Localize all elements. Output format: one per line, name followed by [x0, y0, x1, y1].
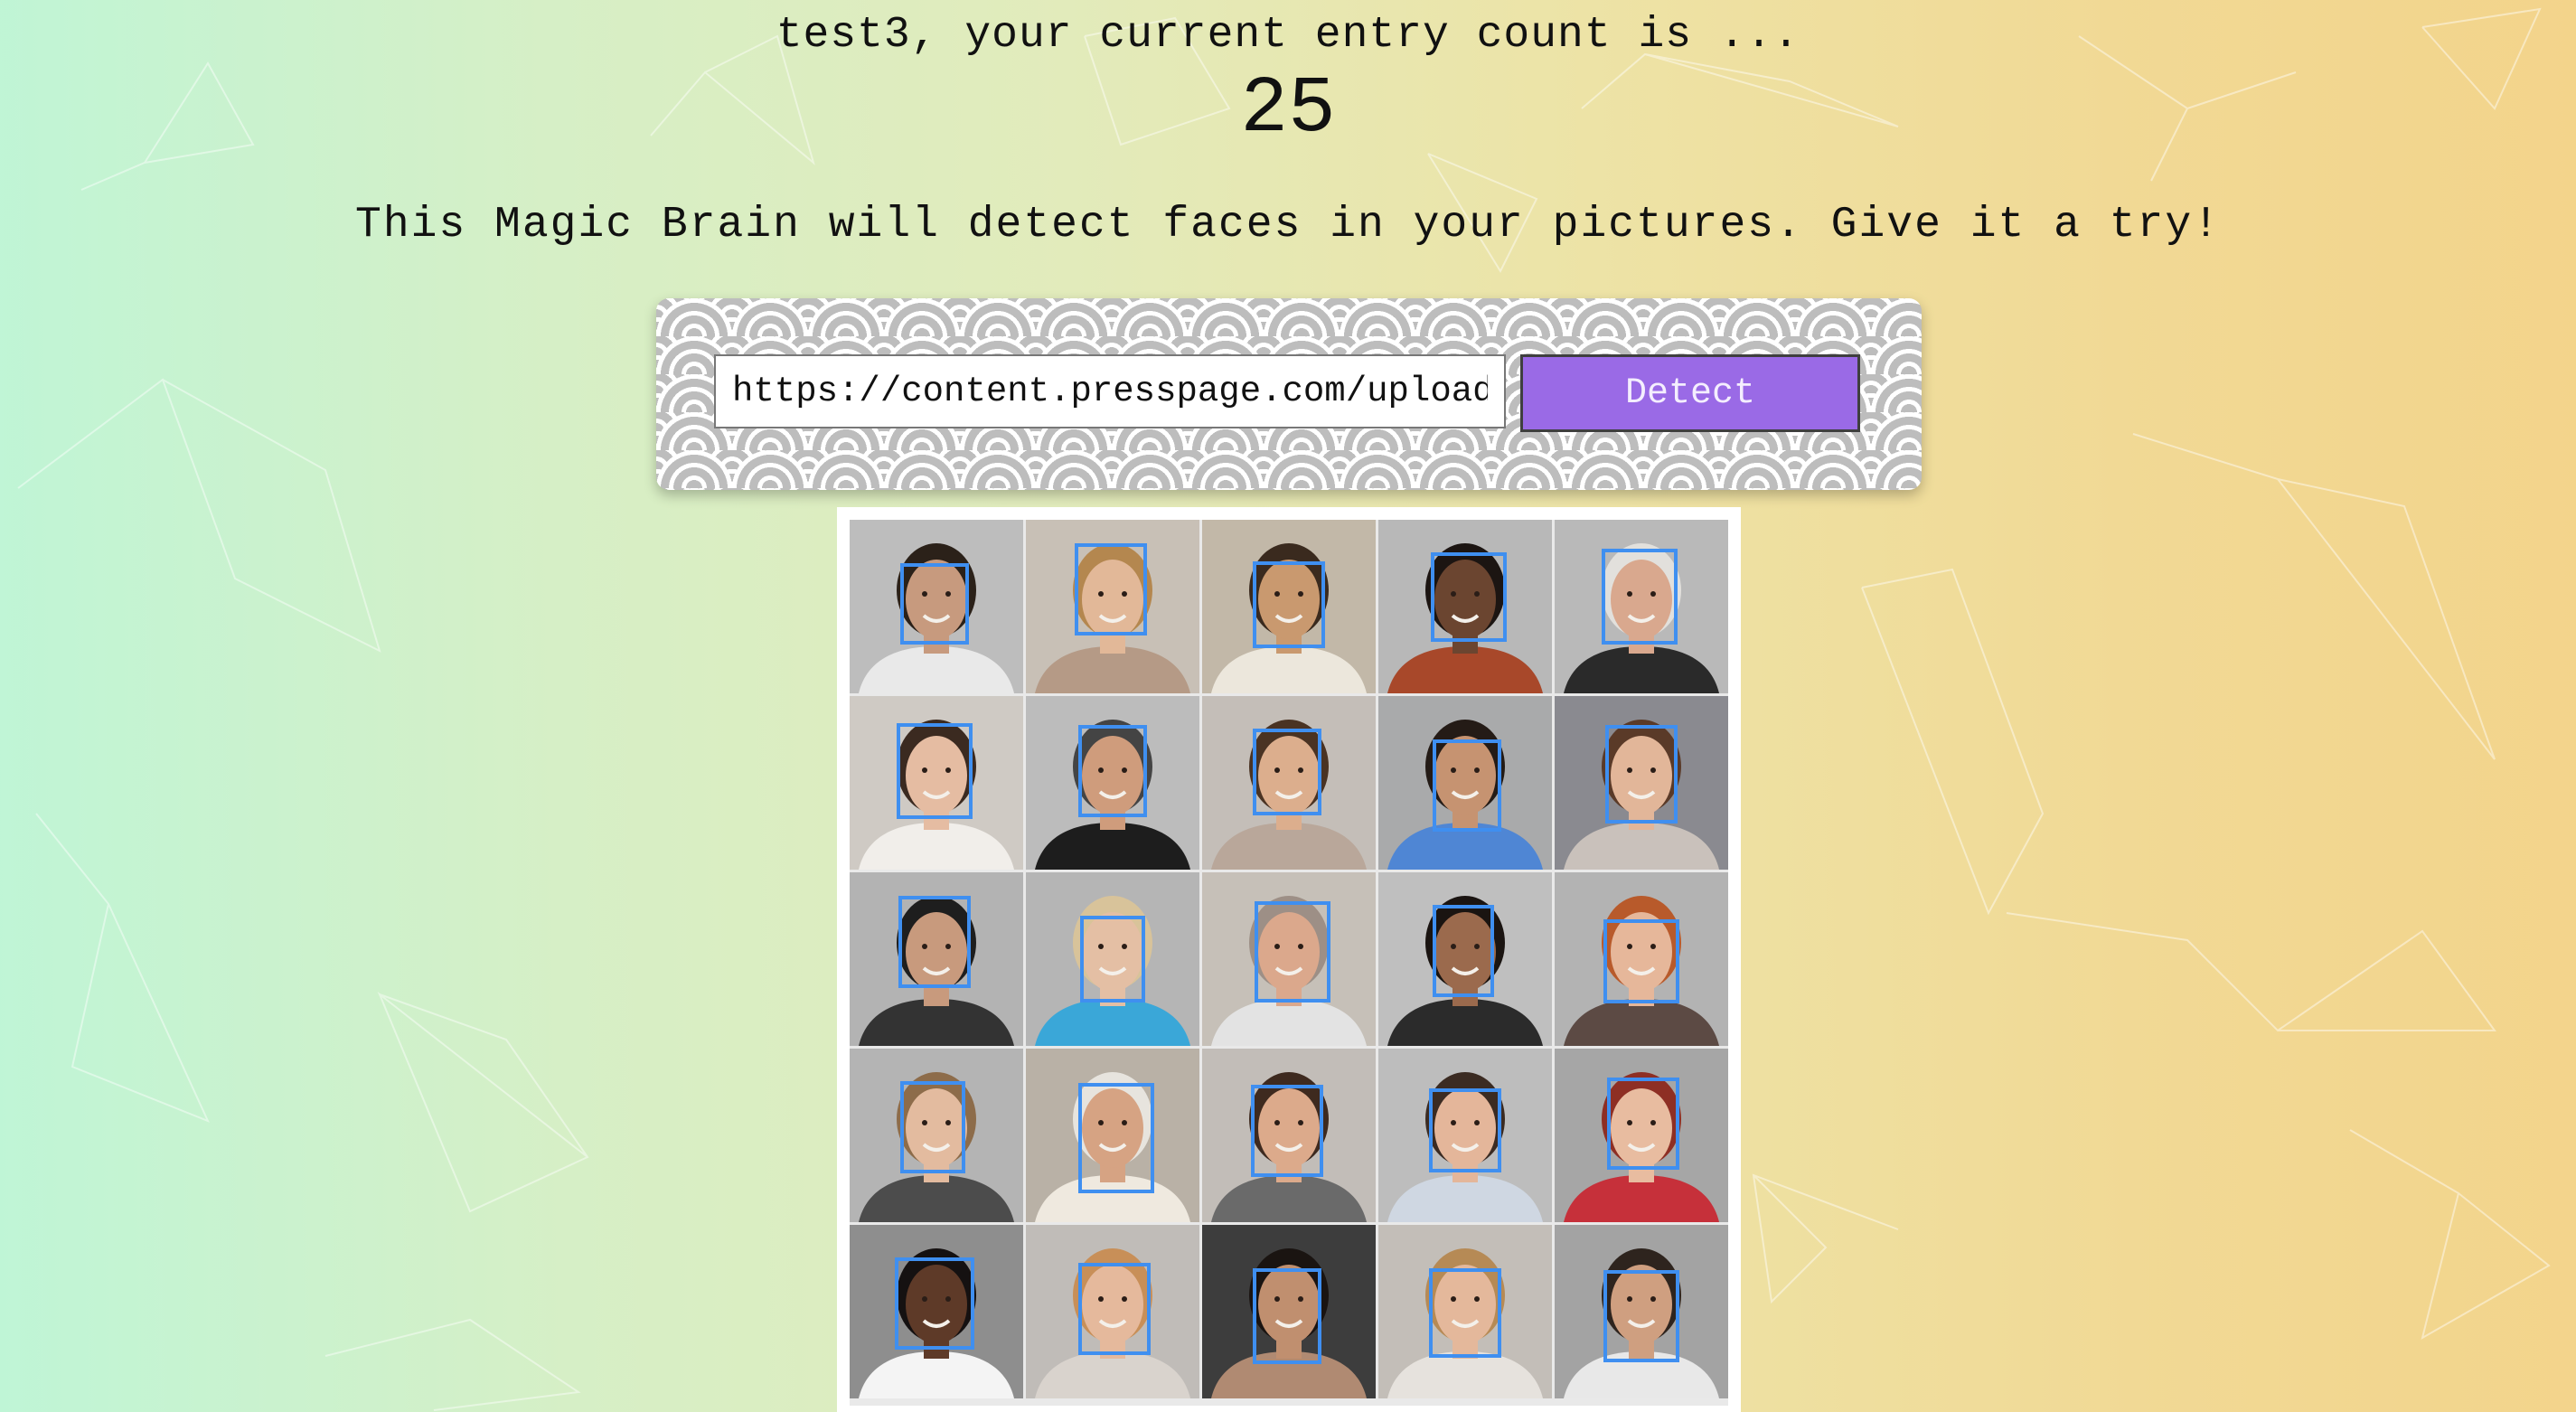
portrait-tile: [1202, 1225, 1376, 1398]
portrait-tile: [850, 1049, 1023, 1222]
portrait-tile: [1378, 696, 1552, 870]
face-bounding-box: [897, 723, 973, 819]
portrait-tile: [1202, 696, 1376, 870]
entry-count-greeting: test3, your current entry count is ...: [776, 11, 1800, 60]
portrait-tile: [1202, 872, 1376, 1046]
portrait-tile: [1378, 1225, 1552, 1398]
face-bounding-box: [1433, 739, 1501, 833]
face-bounding-box: [1429, 1088, 1501, 1172]
face-bounding-box: [900, 563, 969, 645]
face-detection-result: [837, 507, 1741, 1412]
portrait-tile: [1026, 696, 1199, 870]
portrait-tile: [1202, 1049, 1376, 1222]
portrait-tile: [850, 1225, 1023, 1398]
face-bounding-box: [1253, 561, 1325, 648]
face-bounding-box: [1602, 549, 1678, 645]
intro-text: This Magic Brain will detect faces in yo…: [355, 201, 2221, 249]
face-bounding-box: [1255, 901, 1330, 1003]
face-bounding-box: [1607, 1078, 1679, 1171]
portrait-tile: [1555, 1225, 1728, 1398]
portrait-tile: [1555, 1049, 1728, 1222]
portrait-tile: [1026, 872, 1199, 1046]
face-bounding-box: [895, 1257, 974, 1351]
face-bounding-box: [1603, 919, 1679, 1003]
entry-count-value: 25: [1240, 65, 1336, 155]
face-bounding-box: [1431, 552, 1507, 643]
face-bounding-box: [1078, 1083, 1154, 1193]
portrait-tile: [1378, 1049, 1552, 1222]
portrait-tile: [1026, 1225, 1199, 1398]
portrait-tile: [1555, 520, 1728, 693]
face-bounding-box: [1605, 725, 1678, 824]
face-bounding-box: [1078, 725, 1147, 818]
face-bounding-box: [1433, 905, 1494, 998]
face-bounding-box: [1080, 916, 1145, 1003]
portrait-tile: [1555, 696, 1728, 870]
face-bounding-box: [1429, 1268, 1501, 1359]
portrait-tile: [1555, 872, 1728, 1046]
face-bounding-box: [1603, 1270, 1679, 1363]
face-bounding-box: [900, 1081, 965, 1174]
portrait-tile: [1378, 872, 1552, 1046]
face-bounding-box: [1251, 1085, 1323, 1178]
portrait-tile: [1026, 520, 1199, 693]
portrait-tile: [1378, 520, 1552, 693]
portrait-tile: [1026, 1049, 1199, 1222]
face-bounding-box: [898, 896, 971, 989]
image-url-input[interactable]: [714, 354, 1506, 428]
face-bounding-box: [1078, 1263, 1151, 1356]
face-bounding-box: [1253, 1268, 1321, 1364]
image-link-form: Detect: [656, 298, 1922, 490]
detect-button[interactable]: Detect: [1520, 354, 1860, 432]
portrait-tile: [850, 696, 1023, 870]
portrait-tile: [850, 520, 1023, 693]
face-bounding-box: [1253, 729, 1321, 815]
portrait-grid: [850, 520, 1728, 1406]
portrait-tile: [1202, 520, 1376, 693]
portrait-tile: [850, 872, 1023, 1046]
face-bounding-box: [1075, 543, 1147, 636]
